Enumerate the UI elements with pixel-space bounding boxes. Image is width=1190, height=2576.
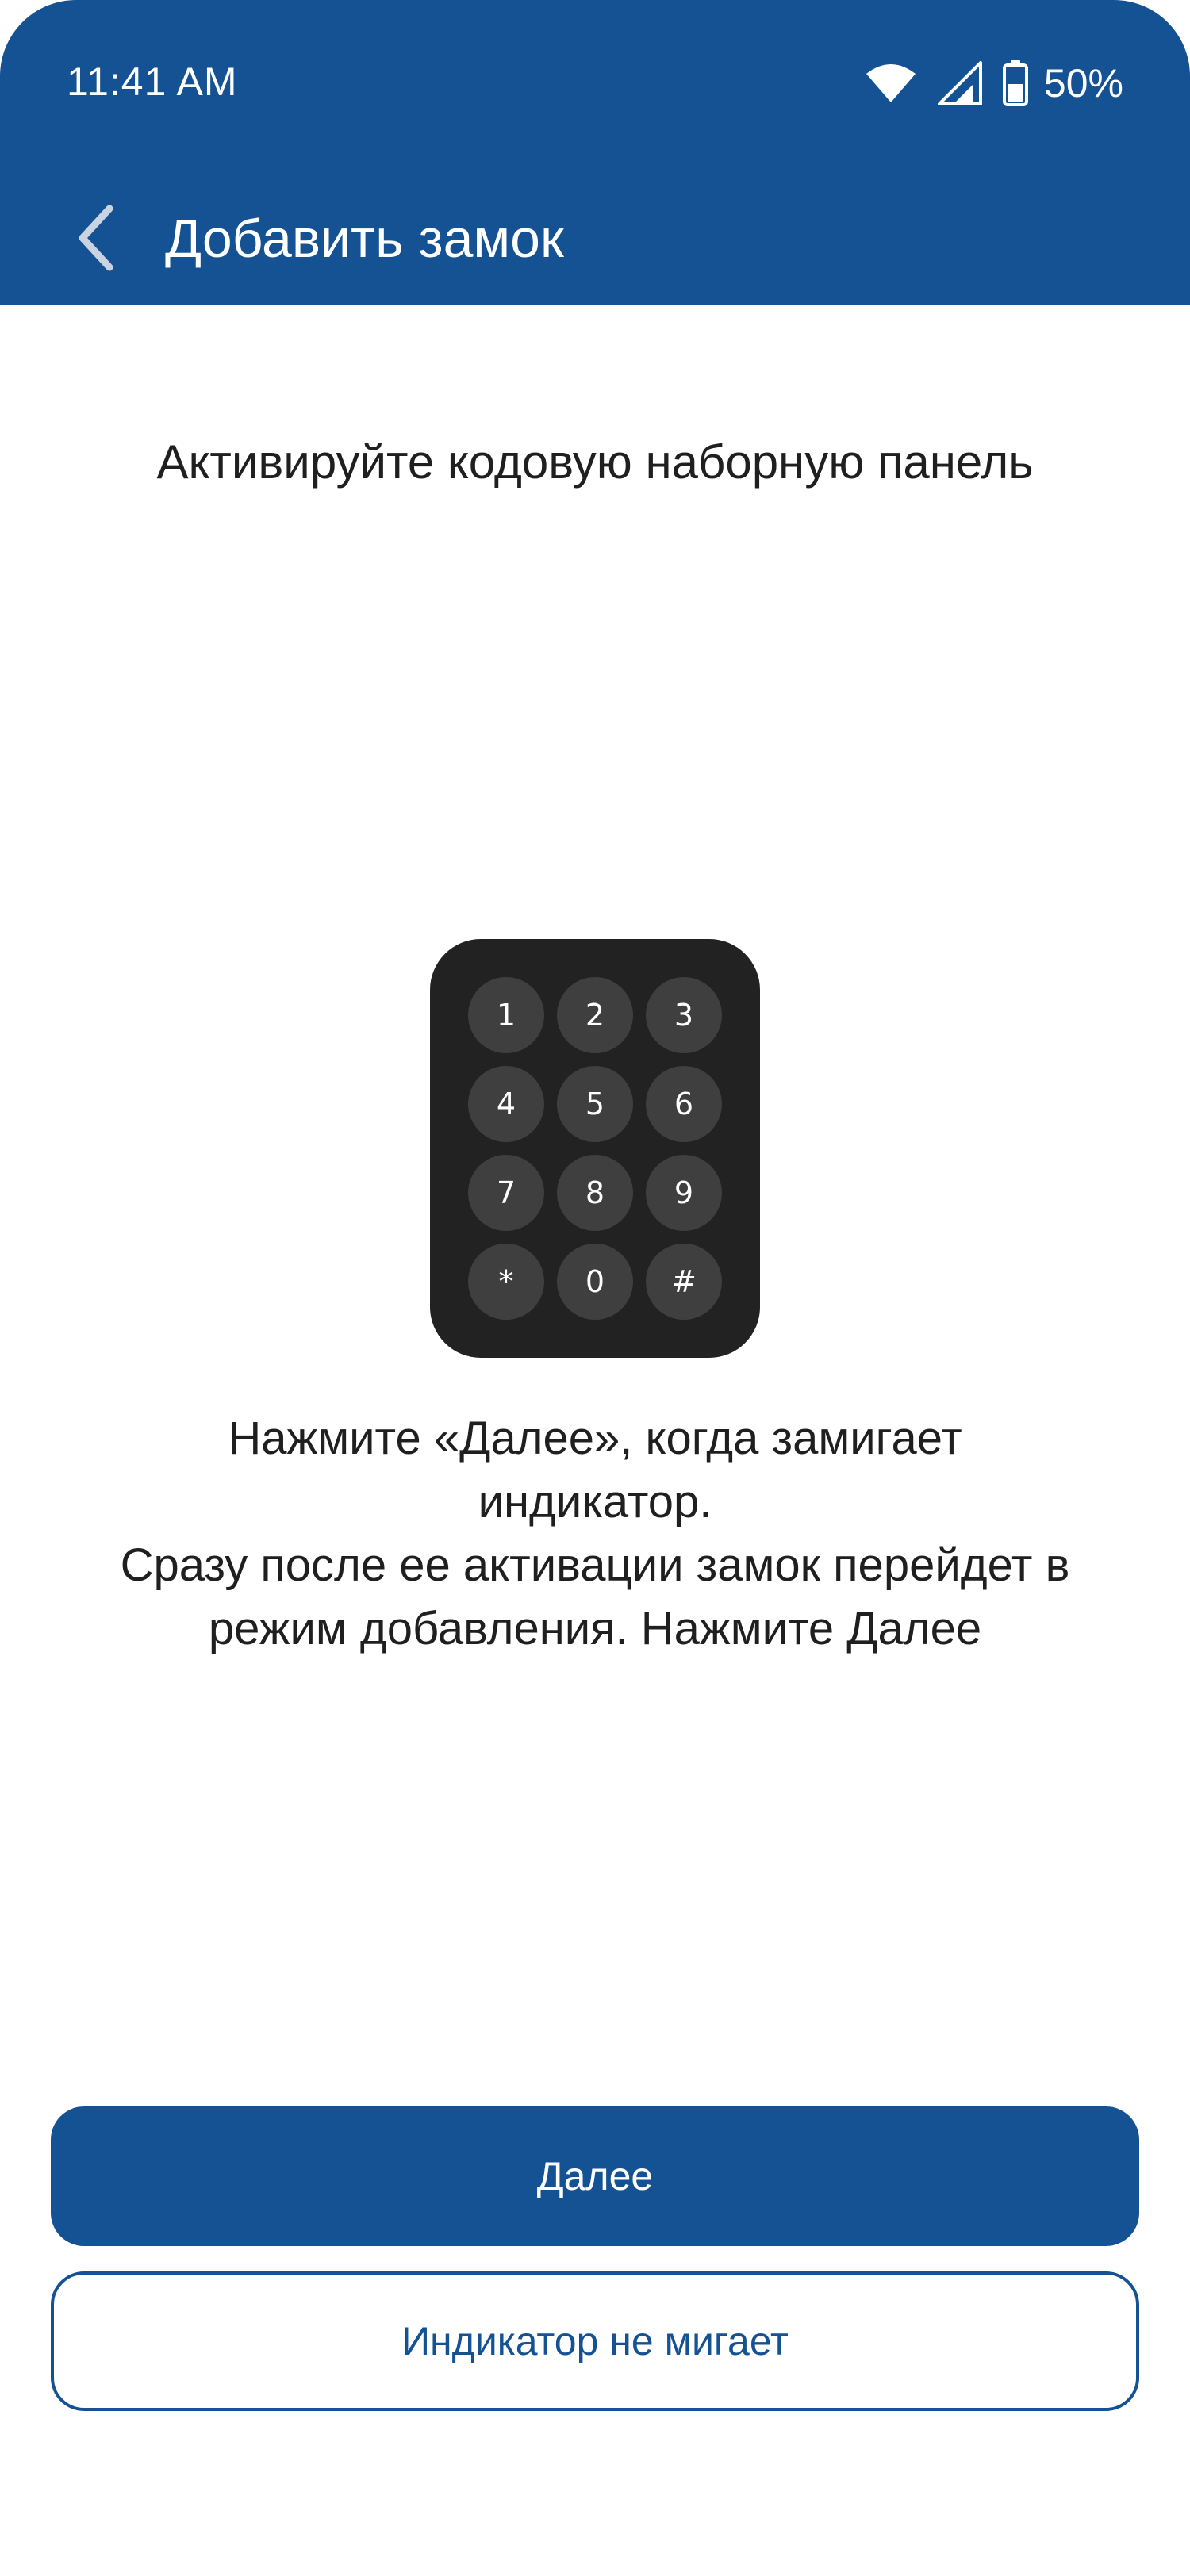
battery-percentage: 50%: [1043, 61, 1123, 105]
keypad-key: 2: [557, 977, 633, 1053]
screen: 11:41 AM 50% Добавить замок Активируйте …: [0, 0, 1190, 2576]
header: 11:41 AM 50% Добавить замок: [0, 0, 1190, 305]
status-icons: 50%: [865, 56, 1123, 111]
instructions-line: Сразу после ее активации замок перейдет …: [120, 1539, 1070, 1591]
keypad-key: 7: [468, 1155, 544, 1231]
wifi-icon: [866, 64, 916, 102]
instructions-line: режим добавления. Нажмите Далее: [208, 1603, 982, 1654]
screen-heading: Активируйте кодовую наборную панель: [156, 435, 1034, 489]
page-title: Добавить замок: [165, 209, 564, 269]
instructions-line: индикатор.: [478, 1476, 712, 1528]
keypad-key: 0: [557, 1244, 633, 1320]
keypad-illustration: 1 2 3 4 5 6 7 8 9 * 0 #: [430, 939, 760, 1358]
status-time: 11:41 AM: [67, 59, 238, 104]
keypad-key: 6: [646, 1066, 722, 1142]
cellular-signal-icon: [937, 61, 982, 105]
keypad-key: 8: [557, 1155, 633, 1231]
keypad-key: 5: [557, 1066, 633, 1142]
next-button[interactable]: Далее: [51, 2106, 1139, 2246]
instructions-text: Нажмите «Далее», когда замигает индикато…: [48, 1407, 1142, 1661]
keypad-key: 1: [468, 977, 544, 1053]
keypad-key: 4: [468, 1066, 544, 1142]
back-button[interactable]: [56, 190, 135, 286]
chevron-left-icon: [79, 205, 113, 271]
keypad-key: 3: [646, 977, 722, 1053]
instructions-line: Нажмите «Далее», когда замигает: [228, 1413, 962, 1464]
battery-icon: [1002, 60, 1028, 106]
keypad-key: #: [646, 1244, 722, 1320]
keypad-key: 9: [646, 1155, 722, 1231]
keypad-key: *: [468, 1244, 544, 1320]
indicator-not-blinking-button[interactable]: Индикатор не мигает: [51, 2271, 1139, 2411]
